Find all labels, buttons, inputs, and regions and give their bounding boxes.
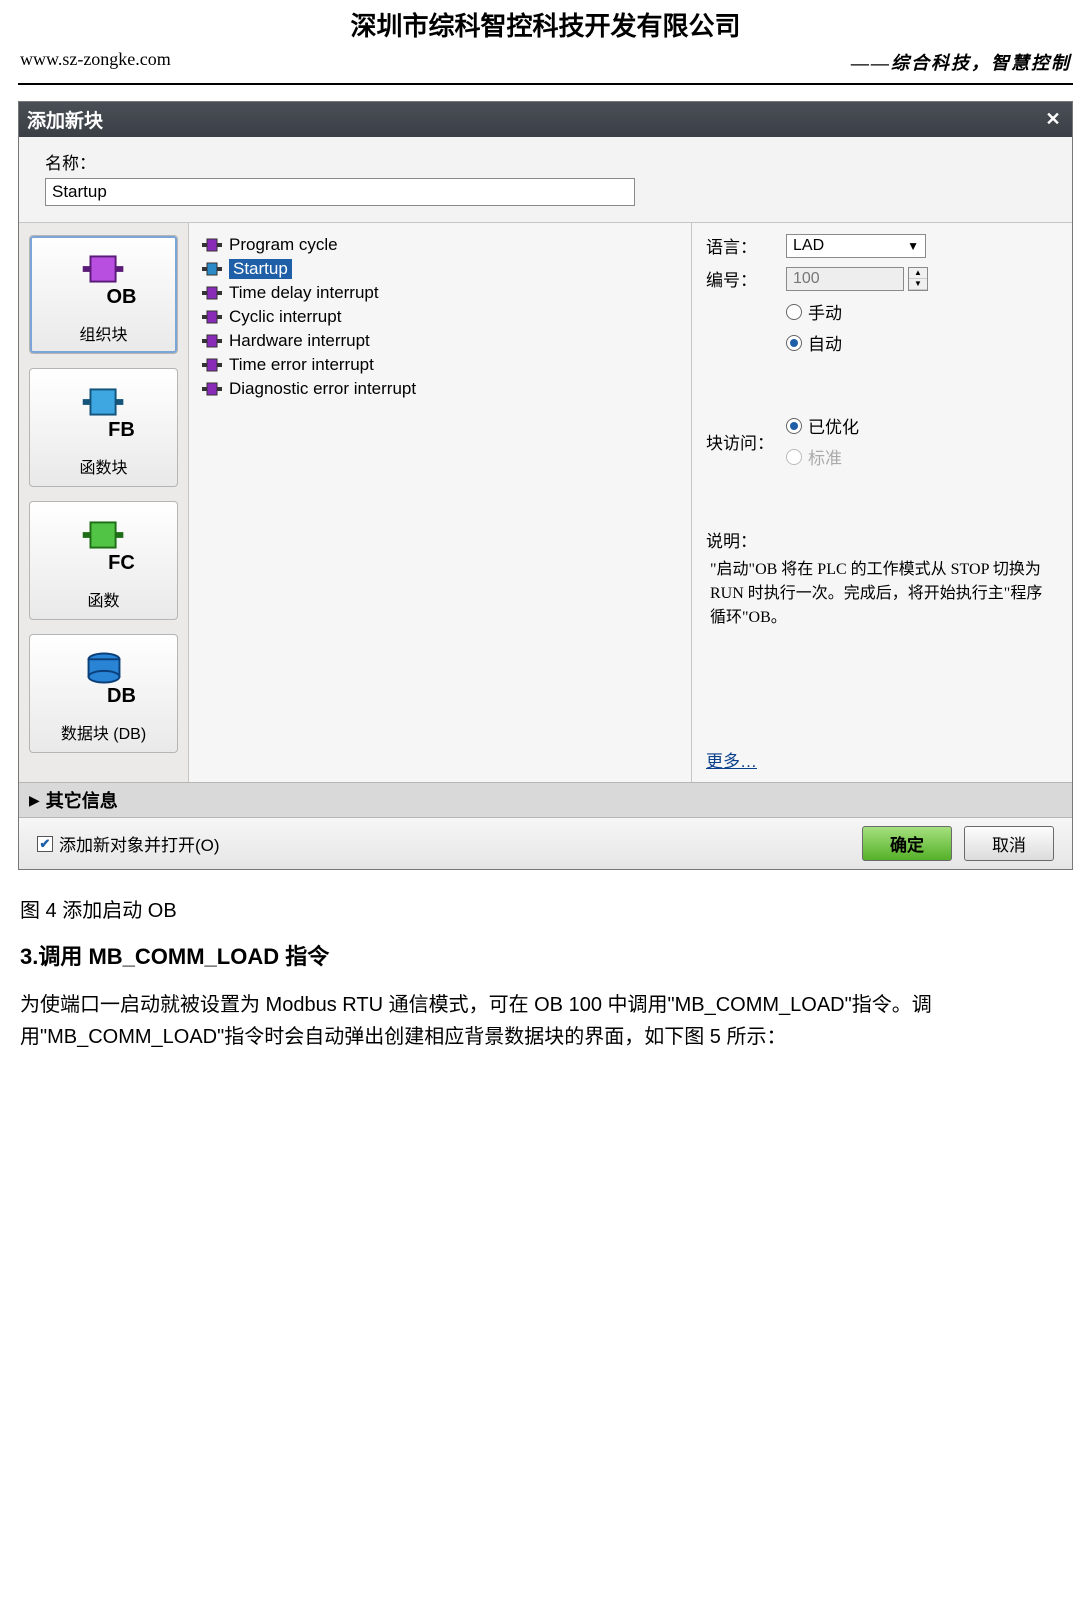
radio-optimized[interactable]: 已优化 bbox=[786, 413, 859, 438]
fb-label: 函数块 bbox=[34, 454, 173, 478]
section-title: 3.调用 MB_COMM_LOAD 指令 bbox=[20, 939, 1071, 971]
block-access-label: 块访问： bbox=[706, 429, 786, 454]
tree-item[interactable]: Diagnostic error interrupt bbox=[197, 377, 683, 401]
caret-right-icon: ▶ bbox=[29, 792, 40, 809]
properties-panel: 语言： LAD ▼ 编号： ▲▼ bbox=[692, 223, 1072, 782]
block-node-icon bbox=[201, 333, 223, 349]
radio-optimized-label: 已优化 bbox=[808, 413, 859, 438]
open-after-add-label: 添加新对象并打开(O) bbox=[59, 831, 220, 856]
db-code: DB bbox=[52, 685, 191, 708]
number-spinner[interactable]: ▲▼ bbox=[908, 267, 928, 291]
company-slogan: ——综合科技，智慧控制 bbox=[851, 49, 1071, 75]
tree-item[interactable]: Time delay interrupt bbox=[197, 281, 683, 305]
block-type-ob[interactable]: OB 组织块 bbox=[29, 235, 178, 354]
language-label: 语言： bbox=[706, 233, 786, 258]
number-input[interactable] bbox=[786, 267, 904, 291]
number-label: 编号： bbox=[706, 266, 786, 291]
tree-item[interactable]: Program cycle bbox=[197, 233, 683, 257]
tree-item[interactable]: Time error interrupt bbox=[197, 353, 683, 377]
figure-caption: 图 4 添加启动 OB bbox=[20, 894, 1071, 923]
dialog-body: OB 组织块 FB 函数块 FC 函数 DB bbox=[19, 222, 1072, 782]
radio-icon bbox=[786, 449, 802, 465]
name-input[interactable] bbox=[45, 178, 635, 206]
tree-item[interactable]: Cyclic interrupt bbox=[197, 305, 683, 329]
cancel-button[interactable]: 取消 bbox=[964, 826, 1054, 861]
dialog-titlebar: 添加新块 ✕ bbox=[19, 102, 1072, 137]
block-node-icon bbox=[201, 309, 223, 325]
tree-item[interactable]: Hardware interrupt bbox=[197, 329, 683, 353]
more-link[interactable]: 更多… bbox=[706, 747, 757, 772]
other-info-label: 其它信息 bbox=[46, 787, 118, 813]
body-paragraph: 为使端口一启动就被设置为 Modbus RTU 通信模式，可在 OB 100 中… bbox=[20, 989, 1071, 1053]
block-node-icon bbox=[201, 381, 223, 397]
close-icon[interactable]: ✕ bbox=[1042, 110, 1064, 130]
radio-auto-label: 自动 bbox=[808, 330, 842, 355]
block-type-db[interactable]: DB 数据块 (DB) bbox=[29, 634, 178, 753]
doc-company-header: 深圳市综科智控科技开发有限公司 bbox=[0, 0, 1091, 43]
description-text: "启动"OB 将在 PLC 的工作模式从 STOP 切换为 RUN 时执行一次。… bbox=[706, 558, 1054, 630]
block-type-fc[interactable]: FC 函数 bbox=[29, 501, 178, 620]
tree-item-label: Diagnostic error interrupt bbox=[229, 379, 416, 399]
radio-standard: 标准 bbox=[786, 444, 859, 469]
ob-code: OB bbox=[52, 286, 191, 309]
description-label: 说明： bbox=[706, 527, 1054, 552]
block-node-icon bbox=[201, 237, 223, 253]
ok-button[interactable]: 确定 bbox=[862, 826, 952, 861]
fc-label: 函数 bbox=[34, 587, 173, 611]
company-name: 深圳市综科智控科技开发有限公司 bbox=[0, 6, 1091, 43]
open-after-add-checkbox[interactable]: ✔ 添加新对象并打开(O) bbox=[37, 831, 220, 856]
tree-item[interactable]: Startup bbox=[197, 257, 683, 281]
name-label: 名称： bbox=[45, 154, 96, 173]
ob-label: 组织块 bbox=[34, 321, 173, 345]
name-row: 名称： bbox=[19, 137, 1072, 208]
other-info-expander[interactable]: ▶ 其它信息 bbox=[19, 782, 1072, 817]
language-select[interactable]: LAD ▼ bbox=[786, 234, 926, 258]
block-type-fb[interactable]: FB 函数块 bbox=[29, 368, 178, 487]
fc-code: FC bbox=[52, 552, 191, 575]
radio-icon bbox=[786, 418, 802, 434]
radio-auto[interactable]: 自动 bbox=[786, 330, 842, 355]
radio-manual-label: 手动 bbox=[808, 299, 842, 324]
company-url: www.sz-zongke.com bbox=[20, 49, 171, 75]
ob-tree: Program cycle Startup Time delay interrupt… bbox=[189, 223, 692, 782]
tree-item-label: Time error interrupt bbox=[229, 355, 374, 375]
spinner-up-icon[interactable]: ▲ bbox=[909, 268, 927, 279]
language-value: LAD bbox=[793, 237, 824, 255]
radio-icon bbox=[786, 304, 802, 320]
radio-standard-label: 标准 bbox=[808, 444, 842, 469]
tree-item-label: Cyclic interrupt bbox=[229, 307, 341, 327]
radio-manual[interactable]: 手动 bbox=[786, 299, 842, 324]
block-node-icon bbox=[201, 357, 223, 373]
tree-item-label: Startup bbox=[229, 259, 292, 279]
radio-icon bbox=[786, 335, 802, 351]
block-type-column: OB 组织块 FB 函数块 FC 函数 DB bbox=[19, 223, 189, 782]
block-node-icon bbox=[201, 285, 223, 301]
dialog-footer: ✔ 添加新对象并打开(O) 确定 取消 bbox=[19, 817, 1072, 869]
chevron-down-icon: ▼ bbox=[907, 239, 919, 253]
spinner-down-icon[interactable]: ▼ bbox=[909, 279, 927, 290]
header-divider bbox=[18, 83, 1073, 85]
tree-item-label: Program cycle bbox=[229, 235, 338, 255]
checkbox-icon: ✔ bbox=[37, 836, 53, 852]
add-block-dialog: 添加新块 ✕ 名称： OB 组织块 FB 函数块 bbox=[18, 101, 1073, 870]
fb-code: FB bbox=[52, 419, 191, 442]
tree-item-label: Hardware interrupt bbox=[229, 331, 370, 351]
tree-item-label: Time delay interrupt bbox=[229, 283, 379, 303]
db-label: 数据块 (DB) bbox=[34, 720, 173, 744]
doc-subheader: www.sz-zongke.com ——综合科技，智慧控制 bbox=[0, 43, 1091, 83]
dialog-title: 添加新块 bbox=[27, 106, 103, 133]
block-node-icon bbox=[201, 261, 223, 277]
